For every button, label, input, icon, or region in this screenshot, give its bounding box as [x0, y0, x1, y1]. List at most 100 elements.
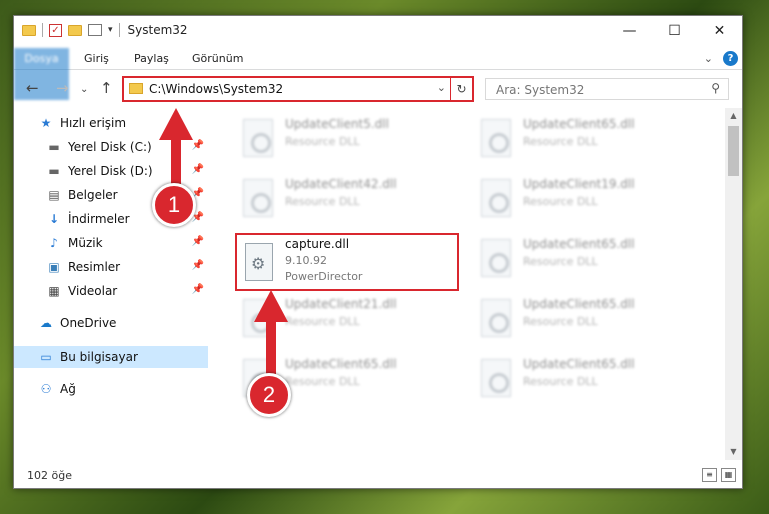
help-icon[interactable]: ?	[723, 51, 738, 66]
drive-icon: ▬	[48, 164, 60, 178]
cloud-icon: ☁	[40, 316, 52, 330]
annotation-arrow-1	[171, 134, 181, 184]
dll-file-icon	[481, 179, 511, 217]
sidebar-item-pictures[interactable]: ▣ Resimler 📌	[14, 256, 208, 278]
annotation-arrowhead-2	[254, 290, 288, 322]
file-description: Resource DLL	[523, 375, 598, 388]
file-name: UpdateClient42.dll	[285, 177, 397, 191]
list-item[interactable]: UpdateClient19.dll Resource DLL	[471, 173, 691, 225]
close-button[interactable]: ✕	[697, 16, 742, 46]
ribbon-tabs: Dosya Giriş Paylaş Görünüm ⌄ ?	[14, 48, 742, 100]
sidebar-item-label: Bu bilgisayar	[60, 350, 138, 364]
scroll-down-icon[interactable]: ▼	[725, 444, 742, 460]
sidebar-item-label: Ağ	[60, 382, 76, 396]
back-button[interactable]: ←	[26, 79, 39, 97]
list-item[interactable]: UpdateClient65.dll Resource DLL	[471, 233, 691, 285]
toolbar-separator	[42, 23, 43, 37]
pin-icon[interactable]: 📌	[192, 284, 204, 295]
folder-icon	[129, 83, 143, 94]
file-description: Resource DLL	[285, 195, 360, 208]
file-name: UpdateClient65.dll	[523, 357, 635, 371]
file-name: UpdateClient5.dll	[285, 117, 389, 131]
pin-icon[interactable]: 📌	[192, 236, 204, 247]
file-name: UpdateClient65.dll	[523, 117, 635, 131]
list-item[interactable]: UpdateClient65.dll Resource DLL	[471, 113, 691, 165]
network-icon: ⚇	[40, 382, 52, 396]
details-view-icon[interactable]: ≡	[702, 468, 717, 482]
sidebar-item-this-pc[interactable]: ▭ Bu bilgisayar	[14, 346, 208, 368]
view-switcher: ≡ ▦	[702, 468, 736, 482]
sidebar-item-onedrive[interactable]: ☁ OneDrive	[14, 312, 208, 334]
scroll-up-icon[interactable]: ▲	[725, 108, 742, 124]
sidebar-item-label: İndirmeler	[68, 212, 130, 226]
tab-home[interactable]: Giriş	[72, 48, 121, 70]
pin-icon[interactable]: 📌	[192, 164, 204, 175]
window-controls: — ☐ ✕	[607, 16, 742, 46]
sidebar-item-music[interactable]: ♪ Müzik 📌	[14, 232, 208, 254]
tab-view[interactable]: Görünüm	[180, 48, 255, 70]
list-item[interactable]: UpdateClient42.dll Resource DLL	[233, 173, 453, 225]
file-description: Resource DLL	[523, 315, 598, 328]
recent-locations-icon[interactable]: ⌄	[80, 84, 88, 95]
file-name: UpdateClient65.dll	[523, 297, 635, 311]
quick-access-toolbar: ✓ ▾ System32	[22, 23, 188, 37]
search-input[interactable]	[486, 80, 696, 100]
computer-icon: ▭	[40, 350, 52, 364]
sidebar-item-label: Müzik	[68, 236, 103, 250]
refresh-icon[interactable]: ↻	[450, 78, 472, 100]
download-icon: ↓	[48, 212, 60, 226]
chevron-down-icon[interactable]: ▾	[108, 25, 113, 35]
customize-icon[interactable]	[88, 24, 102, 36]
folder-icon	[22, 24, 36, 36]
capture-dll-item[interactable]: ⚙ capture.dll 9.10.92 PowerDirector	[235, 233, 459, 291]
pin-icon[interactable]: 📌	[192, 260, 204, 271]
file-name: UpdateClient65.dll	[523, 237, 635, 251]
file-name: UpdateClient21.dll	[285, 297, 397, 311]
list-item[interactable]: UpdateClient5.dll Resource DLL	[233, 113, 453, 165]
scroll-thumb[interactable]	[728, 126, 739, 176]
videos-icon: ▦	[48, 284, 60, 298]
list-item[interactable]: UpdateClient65.dll Resource DLL	[471, 353, 691, 405]
sidebar-item-label: Videolar	[68, 284, 118, 298]
address-dropdown-icon[interactable]: ⌄	[437, 81, 446, 94]
dll-file-icon	[243, 179, 273, 217]
file-name: capture.dll	[285, 237, 350, 251]
navigation-bar: ← → ⌄ ↑ C:\Windows\System32 ⌄ ↻ ⚲	[14, 74, 742, 104]
properties-check-icon[interactable]: ✓	[49, 23, 62, 37]
address-bar[interactable]: C:\Windows\System32 ⌄ ↻	[122, 76, 474, 102]
forward-button[interactable]: →	[56, 79, 69, 97]
annotation-badge-1: 1	[152, 183, 196, 227]
expand-ribbon-icon[interactable]: ⌄	[704, 52, 713, 65]
search-box[interactable]: ⚲	[485, 78, 729, 100]
status-bar: 102 öğe ≡ ▦	[14, 464, 742, 488]
tab-share[interactable]: Paylaş	[122, 48, 181, 70]
file-description: Resource DLL	[523, 195, 598, 208]
pin-icon[interactable]: 📌	[192, 140, 204, 151]
file-description: Resource DLL	[523, 135, 598, 148]
title-separator	[118, 23, 120, 37]
window-title: System32	[127, 23, 188, 37]
large-icons-view-icon[interactable]: ▦	[721, 468, 736, 482]
dll-file-icon	[243, 119, 273, 157]
dll-file-icon	[481, 119, 511, 157]
explorer-window: ✓ ▾ System32 — ☐ ✕ Dosya Giriş Paylaş Gö…	[13, 15, 743, 489]
list-item[interactable]: UpdateClient65.dll Resource DLL	[471, 293, 691, 345]
search-icon: ⚲	[711, 81, 720, 95]
minimize-button[interactable]: —	[607, 16, 652, 46]
vertical-scrollbar[interactable]: ▲ ▼	[725, 108, 742, 460]
dll-file-icon: ⚙	[245, 243, 273, 281]
star-icon: ★	[40, 116, 52, 130]
file-description: Resource DLL	[285, 315, 360, 328]
sidebar-item-network[interactable]: ⚇ Ağ	[14, 378, 208, 400]
sidebar-item-videos[interactable]: ▦ Videolar 📌	[14, 280, 208, 302]
item-count: 102 öğe	[27, 469, 72, 482]
pictures-icon: ▣	[48, 260, 60, 274]
new-folder-icon[interactable]	[68, 24, 82, 36]
sidebar-item-label: Yerel Disk (D:)	[68, 164, 153, 178]
up-button[interactable]: ↑	[100, 79, 113, 97]
address-path[interactable]: C:\Windows\System32	[149, 82, 283, 96]
file-description: Resource DLL	[523, 255, 598, 268]
maximize-button[interactable]: ☐	[652, 16, 697, 46]
file-description: Resource DLL	[285, 375, 360, 388]
file-company: PowerDirector	[285, 270, 363, 283]
